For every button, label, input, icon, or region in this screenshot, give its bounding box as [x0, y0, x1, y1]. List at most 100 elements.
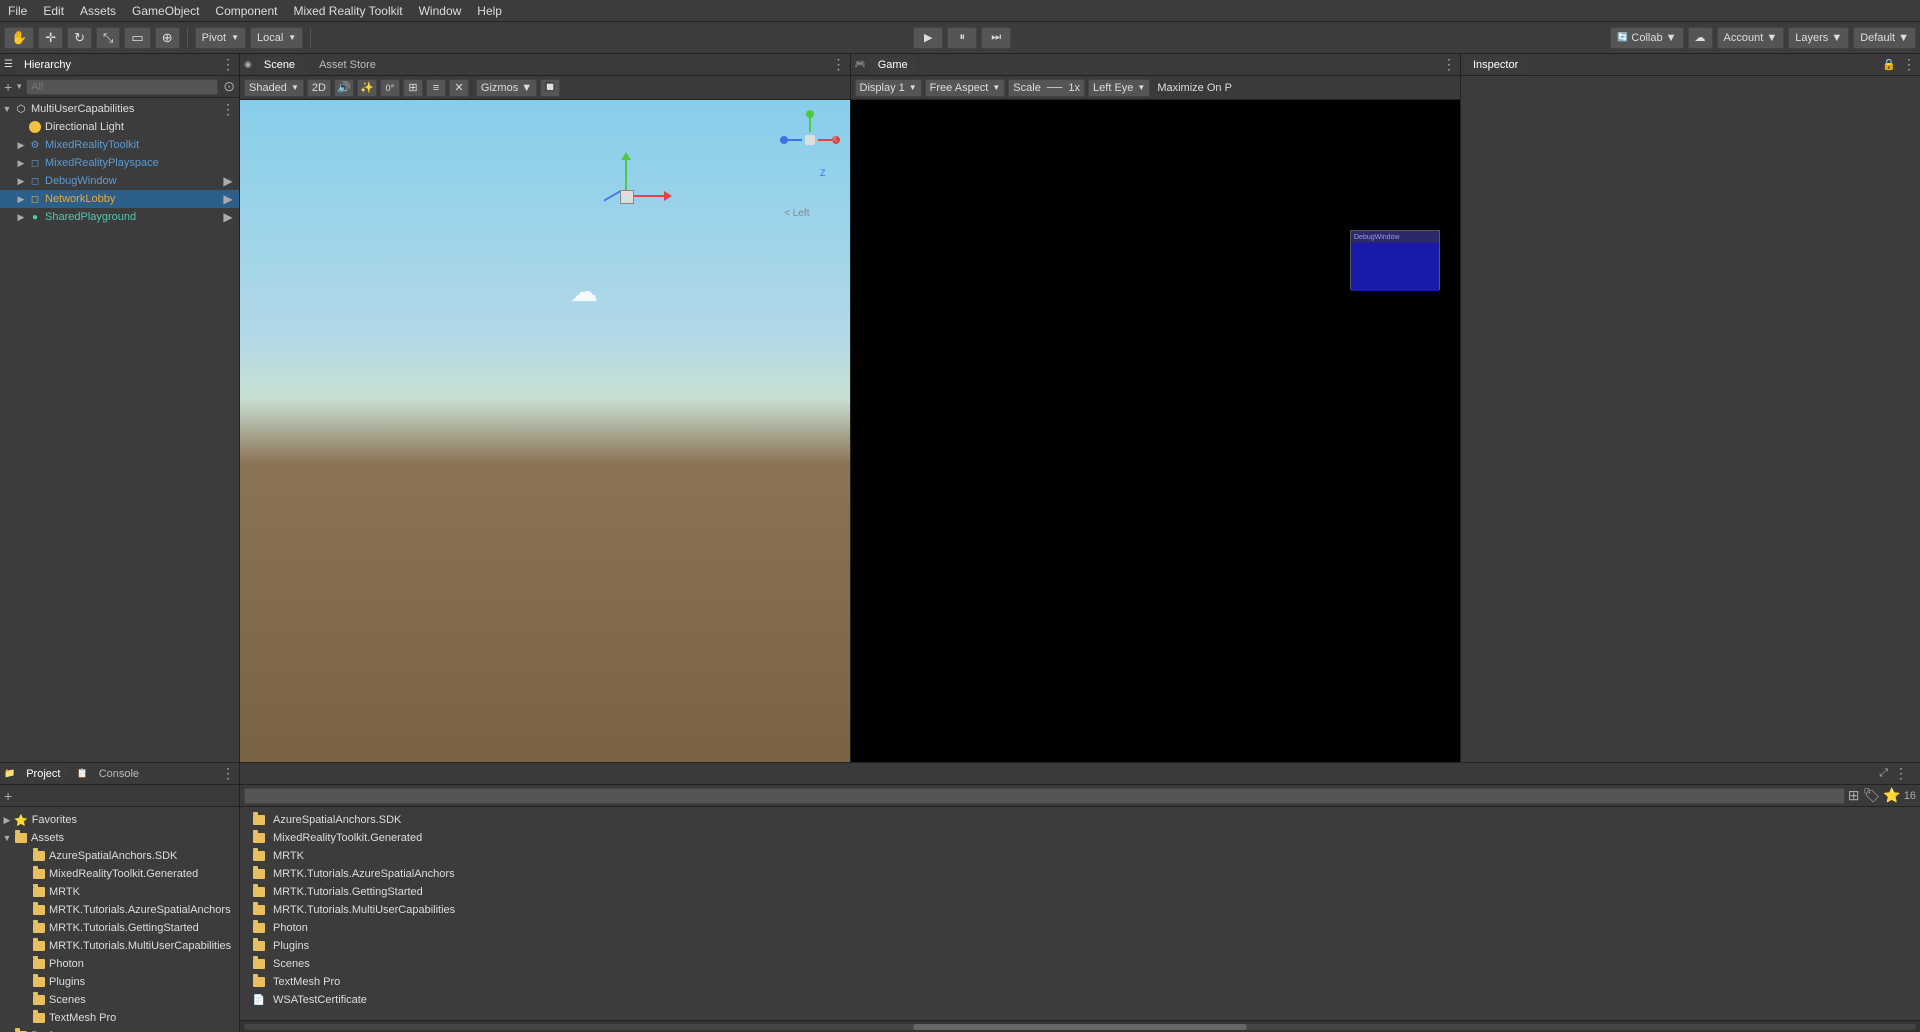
asset-item-mrtk-asa[interactable]: MRTK.Tutorials.AzureSpatialAnchors	[248, 865, 1912, 883]
hierarchy-expand-btn[interactable]: ▼	[15, 82, 23, 91]
root-options[interactable]: ⋮	[221, 101, 235, 118]
play-button[interactable]: ▶	[913, 27, 943, 49]
asset-item-mrtk-generated[interactable]: MixedRealityToolkit.Generated	[248, 829, 1912, 847]
asset-item-mrtk[interactable]: MRTK	[248, 847, 1912, 865]
console-tab[interactable]: Console	[91, 766, 147, 782]
asset-item-wsacert[interactable]: 📄 WSATestCertificate	[248, 991, 1912, 1009]
hierarchy-item-debugwindow[interactable]: ▶ ◻ DebugWindow ▶	[0, 172, 239, 190]
game-content[interactable]: DebugWindow	[851, 100, 1461, 762]
favorites-item[interactable]: ▶ ⭐ Favorites	[0, 811, 239, 829]
inspector-options[interactable]: ⋮	[1902, 56, 1916, 73]
menu-component[interactable]: Component	[207, 2, 285, 20]
hierarchy-item-networklobby[interactable]: ▶ ◻ NetworkLobby ▶	[0, 190, 239, 208]
hierarchy-item-directional-light[interactable]: Directional Light	[0, 118, 239, 136]
display-dropdown[interactable]: Display 1▼	[855, 79, 922, 97]
hierarchy-options[interactable]: ⋮	[221, 56, 235, 73]
hierarchy-item-playspace[interactable]: ▶ ◻ MixedRealityPlayspace	[0, 154, 239, 172]
scene-grid-btn[interactable]: ⊞	[403, 79, 423, 97]
packages-item[interactable]: ▶ Packages	[0, 1027, 239, 1032]
pause-button[interactable]: ⏸	[947, 27, 977, 49]
tree-item-mrtk-multiuser[interactable]: MRTK.Tutorials.MultiUserCapabilities	[0, 937, 239, 955]
inspector-lock-btn[interactable]: 🔒	[1882, 58, 1896, 71]
layers-dropdown[interactable]: Layers ▼	[1788, 27, 1849, 49]
game-tab[interactable]: Game	[870, 57, 916, 73]
menu-file[interactable]: File	[0, 2, 35, 20]
scroll-thumb[interactable]	[913, 1024, 1247, 1030]
scroll-track[interactable]	[244, 1024, 1916, 1030]
asset-store-tab[interactable]: Asset Store	[311, 57, 384, 73]
tree-item-azurespatialanchors[interactable]: AzureSpatialAnchors.SDK	[0, 847, 239, 865]
tree-item-mrtk-getting-started[interactable]: MRTK.Tutorials.GettingStarted	[0, 919, 239, 937]
scene-tab[interactable]: Scene	[256, 57, 303, 73]
collab-dropdown[interactable]: 🔄 Collab ▼	[1610, 27, 1683, 49]
scene-persp-btn[interactable]: 🔲	[540, 79, 560, 97]
project-options[interactable]: ⋮	[221, 765, 235, 782]
tree-item-scenes[interactable]: Scenes	[0, 991, 239, 1009]
hierarchy-tab[interactable]: Hierarchy	[16, 57, 79, 73]
assets-star-btn[interactable]: ⭐	[1883, 787, 1900, 804]
hierarchy-add-btn[interactable]: +	[4, 79, 12, 95]
eye-dropdown[interactable]: Left Eye▼	[1088, 79, 1150, 97]
scene-close-btn[interactable]: ✕	[449, 79, 469, 97]
project-tab[interactable]: Project	[18, 766, 68, 782]
tree-item-mrtk-asa[interactable]: MRTK.Tutorials.AzureSpatialAnchors	[0, 901, 239, 919]
scale-dropdown[interactable]: Scale ── 1x	[1008, 79, 1085, 97]
scene-panel-options[interactable]: ⋮	[832, 56, 846, 73]
scene-audio-btn[interactable]: 🔊	[334, 79, 354, 97]
scene-more-btn[interactable]: ≡	[426, 79, 446, 97]
default-dropdown[interactable]: Default ▼	[1853, 27, 1916, 49]
menu-help[interactable]: Help	[469, 2, 510, 20]
hierarchy-item-sharedplayground[interactable]: ▶ ● SharedPlayground ▶	[0, 208, 239, 226]
menu-gameobject[interactable]: GameObject	[124, 2, 207, 20]
project-add-btn[interactable]: +	[4, 788, 12, 804]
tree-item-plugins[interactable]: Plugins	[0, 973, 239, 991]
assets-search[interactable]	[244, 788, 1845, 804]
local-dropdown[interactable]: Local▼	[250, 27, 303, 49]
asset-item-textmesh[interactable]: TextMesh Pro	[248, 973, 1912, 991]
assets-label-btn[interactable]: 🏷	[1863, 787, 1881, 804]
tree-item-photon[interactable]: Photon	[0, 955, 239, 973]
asset-item-photon[interactable]: Photon	[248, 919, 1912, 937]
asset-item-scenes[interactable]: Scenes	[248, 955, 1912, 973]
menu-assets[interactable]: Assets	[72, 2, 124, 20]
asset-item-azurespatialanchors[interactable]: AzureSpatialAnchors.SDK	[248, 811, 1912, 829]
th-x-arrow	[634, 195, 664, 197]
assets-expand-btn[interactable]: ⤢	[1879, 767, 1888, 780]
2d-toggle[interactable]: 2D	[307, 79, 331, 97]
gizmos-dropdown[interactable]: Gizmos ▼	[476, 79, 537, 97]
asset-item-plugins[interactable]: Plugins	[248, 937, 1912, 955]
tree-item-mrtk[interactable]: MRTK	[0, 883, 239, 901]
textmesh-label: TextMesh Pro	[49, 1012, 116, 1024]
hierarchy-root[interactable]: ▼ ⬡ MultiUserCapabilities ⋮	[0, 100, 239, 118]
assets-root-item[interactable]: ▼ Assets	[0, 829, 239, 847]
hierarchy-item-mrtoolkit[interactable]: ▶ ⚙ MixedRealityToolkit	[0, 136, 239, 154]
hierarchy-search-options[interactable]: ⊙	[223, 78, 235, 95]
tool-rotate[interactable]: ↻	[67, 27, 92, 49]
hierarchy-search[interactable]	[26, 79, 218, 95]
scene-content[interactable]: Z X < Left	[240, 100, 850, 762]
cloud-button[interactable]: ☁	[1688, 27, 1713, 49]
menu-mrtk[interactable]: Mixed Reality Toolkit	[285, 2, 410, 20]
menu-edit[interactable]: Edit	[35, 2, 72, 20]
tree-item-textmesh[interactable]: TextMesh Pro	[0, 1009, 239, 1027]
tool-scale[interactable]: ⤡	[96, 27, 120, 49]
asset-item-mrtk-gs[interactable]: MRTK.Tutorials.GettingStarted	[248, 883, 1912, 901]
aspect-dropdown[interactable]: Free Aspect▼	[925, 79, 1006, 97]
pivot-dropdown[interactable]: Pivot▼	[195, 27, 246, 49]
step-button[interactable]: ⏭	[981, 27, 1011, 49]
tool-rect[interactable]: ▭	[124, 27, 150, 49]
tool-transform[interactable]: ⊕	[155, 27, 180, 49]
inspector-tab[interactable]: Inspector	[1465, 57, 1526, 73]
assets-filter-btn[interactable]: ⊞	[1848, 787, 1860, 804]
game-panel-options[interactable]: ⋮	[1442, 56, 1456, 73]
tree-item-mrtk-generated[interactable]: MixedRealityToolkit.Generated	[0, 865, 239, 883]
tool-move[interactable]: ✛	[38, 27, 63, 49]
shading-dropdown[interactable]: Shaded▼	[244, 79, 304, 97]
menu-window[interactable]: Window	[411, 2, 470, 20]
scene-scene-btn[interactable]: 0°	[380, 79, 400, 97]
account-dropdown[interactable]: Account ▼	[1717, 27, 1785, 49]
scene-fx-btn[interactable]: ✨	[357, 79, 377, 97]
assets-options[interactable]: ⋮	[1894, 765, 1908, 782]
tool-hand[interactable]: ✋	[4, 27, 34, 49]
asset-item-mrtk-mu[interactable]: MRTK.Tutorials.MultiUserCapabilities	[248, 901, 1912, 919]
